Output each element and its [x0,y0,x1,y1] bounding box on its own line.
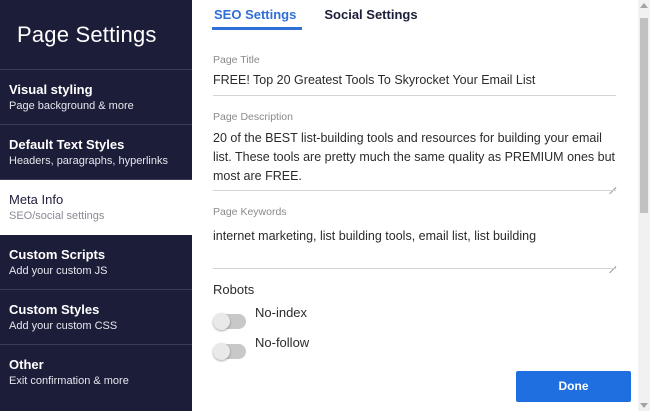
resize-handle-icon[interactable] [609,260,616,267]
sidebar-item-custom-scripts[interactable]: Custom Scripts Add your custom JS [0,235,192,290]
tab-social-settings[interactable]: Social Settings [324,0,417,30]
noindex-label: No-index [255,305,308,320]
sidebar-item-label: Meta Info [9,192,64,207]
nofollow-toggle[interactable] [213,343,246,360]
sidebar-title: Page Settings [0,0,192,70]
sidebar-item-label: Visual styling [9,82,93,97]
vertical-scrollbar[interactable] [638,0,650,411]
scroll-down-arrow-icon[interactable] [640,403,648,408]
sidebar-item-sublabel: SEO/social settings [9,210,105,222]
sidebar-item-sublabel: Page background & more [9,100,134,112]
sidebar-item-custom-styles[interactable]: Custom Styles Add your custom CSS [0,290,192,345]
toggle-knob [213,313,230,330]
page-title-underline [213,95,616,96]
sidebar-item-sublabel: Exit confirmation & more [9,375,129,387]
sidebar-item-default-text-styles[interactable]: Default Text Styles Headers, paragraphs,… [0,125,192,180]
sidebar-item-visual-styling[interactable]: Visual styling Page background & more [0,70,192,125]
sidebar-item-sublabel: Add your custom JS [9,265,108,277]
done-button[interactable]: Done [516,371,631,402]
scroll-up-arrow-icon[interactable] [640,3,648,8]
sidebar-item-sublabel: Headers, paragraphs, hyperlinks [9,155,168,167]
toggle-knob [213,343,230,360]
noindex-toggle[interactable] [213,313,246,330]
sidebar-item-label: Custom Styles [9,302,100,317]
page-title-input[interactable]: FREE! Top 20 Greatest Tools To Skyrocket… [213,71,616,91]
page-description-underline [213,190,616,191]
sidebar-item-label: Other [9,357,44,372]
tab-seo-settings[interactable]: SEO Settings [212,0,303,30]
settings-tabs: SEO Settings Social Settings [212,0,440,30]
sidebar-item-meta-info[interactable]: Meta Info SEO/social settings [0,180,192,235]
page-keywords-textarea[interactable]: internet marketing, list building tools,… [213,227,616,263]
sidebar-item-label: Default Text Styles [9,137,125,152]
robots-heading: Robots [213,282,255,297]
sidebar-item-other[interactable]: Other Exit confirmation & more [0,345,192,400]
sidebar-item-label: Custom Scripts [9,247,106,262]
page-keywords-label: Page Keywords [213,206,287,218]
scrollbar-thumb[interactable] [640,18,648,213]
sidebar: Page Settings Visual styling Page backgr… [0,0,192,411]
nofollow-label: No-follow [255,335,310,350]
page-description-textarea[interactable]: 20 of the BEST list-building tools and r… [213,129,616,187]
sidebar-item-sublabel: Add your custom CSS [9,320,118,332]
page-title-label: Page Title [213,54,260,66]
settings-panel: SEO Settings Social Settings Page Title … [192,0,638,411]
page-description-label: Page Description [213,111,293,123]
resize-handle-icon[interactable] [609,181,616,188]
page-keywords-underline [213,268,616,269]
